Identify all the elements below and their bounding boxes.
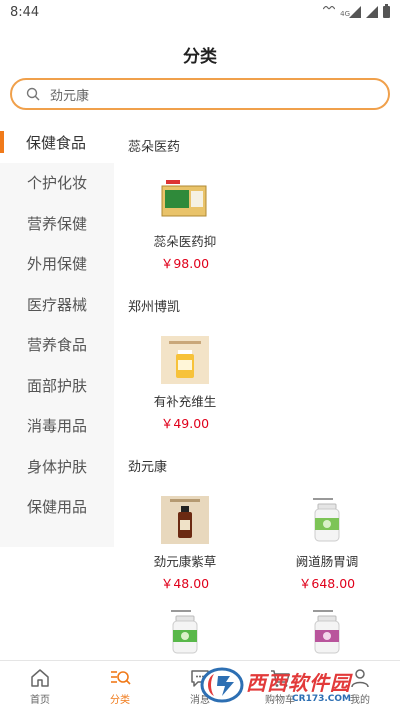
home-icon <box>31 669 49 687</box>
signal-icon-2 <box>366 6 378 18</box>
sidebar-item-label: 保健用品 <box>26 498 87 517</box>
product-jar-image <box>313 610 340 654</box>
product-name: 有补充维生 <box>153 394 217 409</box>
category-sidebar: 保健食品 个护化妆 营养保健 外用保健 医疗器械 营养食品 面部护肤 消毒用品 … <box>0 122 114 547</box>
product-price: ￥49.00 <box>160 416 210 431</box>
product-name: 蕊朵医药抑 <box>153 234 217 249</box>
sidebar-item-label: 营养食品 <box>26 336 87 355</box>
product-price: ￥48.00 <box>160 576 210 591</box>
section-title: 劲元康 <box>128 460 168 475</box>
sidebar-item-medical-devices[interactable]: 医疗器械 <box>0 284 114 325</box>
tab-category[interactable]: 分类 <box>80 661 160 711</box>
product-name: 劲元康紫草 <box>153 554 217 569</box>
sidebar-item-nutrition-health[interactable]: 营养保健 <box>0 203 114 244</box>
watermark-logo-icon <box>200 667 244 703</box>
sidebar-item-label: 保健食品 <box>25 133 86 152</box>
sidebar-item-label: 医疗器械 <box>26 295 87 314</box>
watermark-brand: 西西软件园 <box>246 670 351 695</box>
wifi-icon <box>323 6 336 10</box>
search-icon <box>26 87 40 101</box>
sidebar-item-body-care[interactable]: 身体护肤 <box>0 446 114 487</box>
product-image <box>303 608 351 656</box>
product-image <box>303 496 351 544</box>
product-card[interactable]: 蕊朵医药抑 ￥98.00 <box>130 176 240 272</box>
battery-icon <box>383 4 390 18</box>
sidebar-item-label: 身体护肤 <box>26 457 87 476</box>
product-image <box>161 496 209 544</box>
search-input[interactable] <box>50 86 350 102</box>
product-box-image <box>161 180 207 217</box>
status-icons: 4G <box>323 4 390 18</box>
sidebar-item-nutrition-food[interactable]: 营养食品 <box>0 324 114 365</box>
product-card[interactable] <box>272 608 382 656</box>
sidebar-padding <box>0 527 114 547</box>
active-indicator <box>0 131 4 153</box>
sidebar-item-label: 面部护肤 <box>26 376 87 395</box>
status-time: 8:44 <box>10 4 40 20</box>
product-price: ￥648.00 <box>298 576 356 591</box>
sidebar-item-health-food[interactable]: 保健食品 <box>0 122 114 163</box>
product-list: 蕊朵医药 蕊朵医药抑 ￥98.00 郑州博凯 有补充维生 ￥49.00 劲元康 … <box>114 122 400 660</box>
category-icon <box>111 671 131 685</box>
sidebar-item-health-supplies[interactable]: 保健用品 <box>0 486 114 527</box>
watermark-logo: 西西软件园 CR173.COM <box>200 664 385 706</box>
product-image <box>161 176 209 224</box>
product-card[interactable]: 阙道肠胃调 ￥648.00 <box>272 496 382 592</box>
signal-icon <box>349 6 361 18</box>
product-jar-image <box>313 498 340 542</box>
product-bottle-image <box>161 336 209 384</box>
search-box[interactable] <box>10 78 390 110</box>
sidebar-item-disinfection[interactable]: 消毒用品 <box>0 405 114 446</box>
sidebar-item-personal-care[interactable]: 个护化妆 <box>0 162 114 203</box>
product-jar-image <box>171 610 198 654</box>
sidebar-item-label: 个护化妆 <box>26 174 87 193</box>
sidebar-item-facial-care[interactable]: 面部护肤 <box>0 365 114 406</box>
product-card[interactable]: 有补充维生 ￥49.00 <box>130 336 240 432</box>
product-card[interactable]: 劲元康紫草 ￥48.00 <box>130 496 240 592</box>
sidebar-item-label: 消毒用品 <box>26 417 87 436</box>
sidebar-item-external-health[interactable]: 外用保健 <box>0 243 114 284</box>
tab-label: 首页 <box>30 695 50 706</box>
product-card[interactable] <box>130 608 240 656</box>
sidebar-item-label: 外用保健 <box>26 255 87 274</box>
product-image <box>161 336 209 384</box>
watermark-url: CR173.COM <box>292 693 351 704</box>
tab-label: 分类 <box>110 695 130 706</box>
product-dropper-image <box>161 496 209 544</box>
status-bar: 8:44 4G <box>0 0 400 24</box>
product-image <box>161 608 209 656</box>
product-price: ￥98.00 <box>160 256 210 271</box>
section-title: 郑州博凯 <box>128 300 181 315</box>
watermark-text: 西西软件园 CR173.COM <box>246 667 351 704</box>
sidebar-item-label: 营养保健 <box>26 214 87 233</box>
tab-home[interactable]: 首页 <box>0 661 80 711</box>
page-title: 分类 <box>183 47 217 67</box>
product-name: 阙道肠胃调 <box>295 554 359 569</box>
section-title: 蕊朵医药 <box>128 140 181 155</box>
